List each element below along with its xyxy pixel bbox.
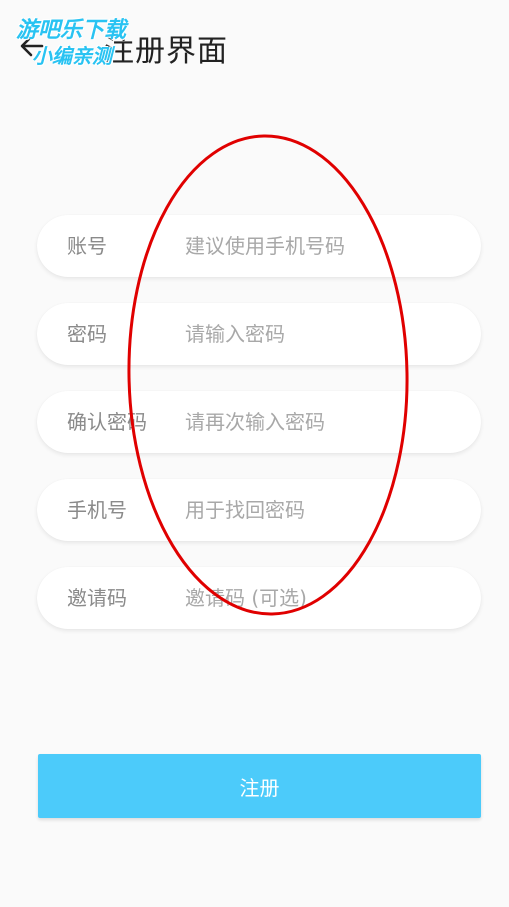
back-button[interactable] xyxy=(16,28,48,64)
account-label: 账号 xyxy=(67,234,107,258)
invite-code-input[interactable] xyxy=(185,567,465,629)
password-input[interactable] xyxy=(185,303,465,365)
app-header: 注册界面 xyxy=(0,0,509,90)
invite-code-field[interactable]: 邀请码 xyxy=(37,567,481,629)
invite-code-label: 邀请码 xyxy=(67,586,127,610)
password-label: 密码 xyxy=(67,322,107,346)
phone-field[interactable]: 手机号 xyxy=(37,479,481,541)
arrow-left-icon xyxy=(20,35,44,57)
phone-label: 手机号 xyxy=(67,498,127,522)
confirm-password-input[interactable] xyxy=(185,391,465,453)
page-title: 注册界面 xyxy=(104,34,228,69)
confirm-password-label: 确认密码 xyxy=(67,410,147,434)
account-field[interactable]: 账号 xyxy=(37,215,481,277)
phone-input[interactable] xyxy=(185,479,465,541)
password-field[interactable]: 密码 xyxy=(37,303,481,365)
account-input[interactable] xyxy=(185,215,465,277)
confirm-password-field[interactable]: 确认密码 xyxy=(37,391,481,453)
register-button[interactable]: 注册 xyxy=(38,754,481,818)
